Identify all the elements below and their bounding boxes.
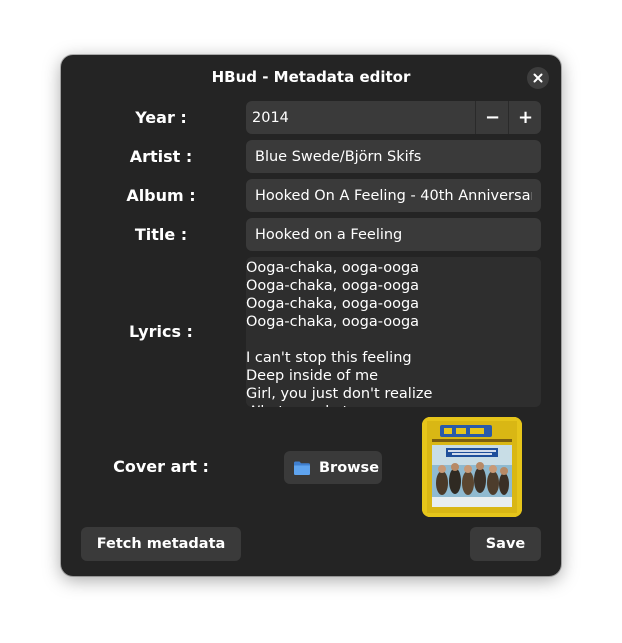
album-label: Album : — [126, 186, 196, 205]
titlebar: HBud - Metadata editor — [61, 55, 561, 101]
album-input[interactable] — [246, 179, 541, 212]
lyrics-line: What you do to me — [246, 403, 541, 407]
lyrics-label: Lyrics : — [129, 322, 193, 341]
cover-art-image — [422, 417, 522, 517]
lyrics-line: I can't stop this feeling — [246, 350, 412, 366]
lyrics-textview[interactable]: Ooga-chaka, ooga-ooga Ooga-chaka, ooga-oo… — [246, 257, 541, 407]
lyrics-text: Ooga-chaka, ooga-ooga Ooga-chaka, ooga-oo… — [246, 257, 541, 407]
browse-label: Browse — [319, 459, 380, 476]
lyrics-line: Ooga-chaka, ooga-ooga — [246, 260, 420, 276]
artist-label: Artist : — [129, 147, 193, 166]
lyrics-line: Ooga-chaka, ooga-ooga — [246, 278, 420, 294]
album-field — [246, 179, 541, 212]
lyrics-line: Ooga-chaka, ooga-ooga — [246, 296, 420, 312]
year-input[interactable] — [246, 101, 474, 134]
window-title: HBud - Metadata editor — [211, 68, 411, 86]
lyrics-line: Ooga-chaka, ooga-ooga — [246, 314, 420, 330]
artist-input[interactable] — [246, 140, 541, 173]
year-spinbutton: − + — [246, 101, 541, 134]
fetch-metadata-button[interactable]: Fetch metadata — [81, 527, 241, 561]
year-label: Year : — [135, 108, 187, 127]
lyrics-line: Girl, you just don't realize — [246, 386, 433, 402]
metadata-editor-dialog: HBud - Metadata editor Year : − + Artist… — [61, 55, 561, 576]
browse-button[interactable]: Browse — [284, 451, 382, 484]
album-cover-picture — [422, 417, 522, 517]
artist-field — [246, 140, 541, 173]
title-input[interactable] — [246, 218, 541, 251]
title-label: Title : — [134, 225, 188, 244]
plus-icon: + — [517, 107, 534, 128]
folder-icon — [294, 461, 310, 475]
close-button[interactable] — [527, 67, 549, 89]
cover-art-label: Cover art : — [113, 457, 209, 476]
year-decrement-button[interactable]: − — [475, 101, 509, 134]
save-button[interactable]: Save — [470, 527, 541, 561]
lyrics-line — [246, 331, 541, 349]
minus-icon: − — [484, 107, 501, 128]
close-icon — [533, 73, 543, 83]
lyrics-line: Deep inside of me — [246, 368, 378, 384]
title-field — [246, 218, 541, 251]
year-increment-button[interactable]: + — [508, 101, 541, 134]
